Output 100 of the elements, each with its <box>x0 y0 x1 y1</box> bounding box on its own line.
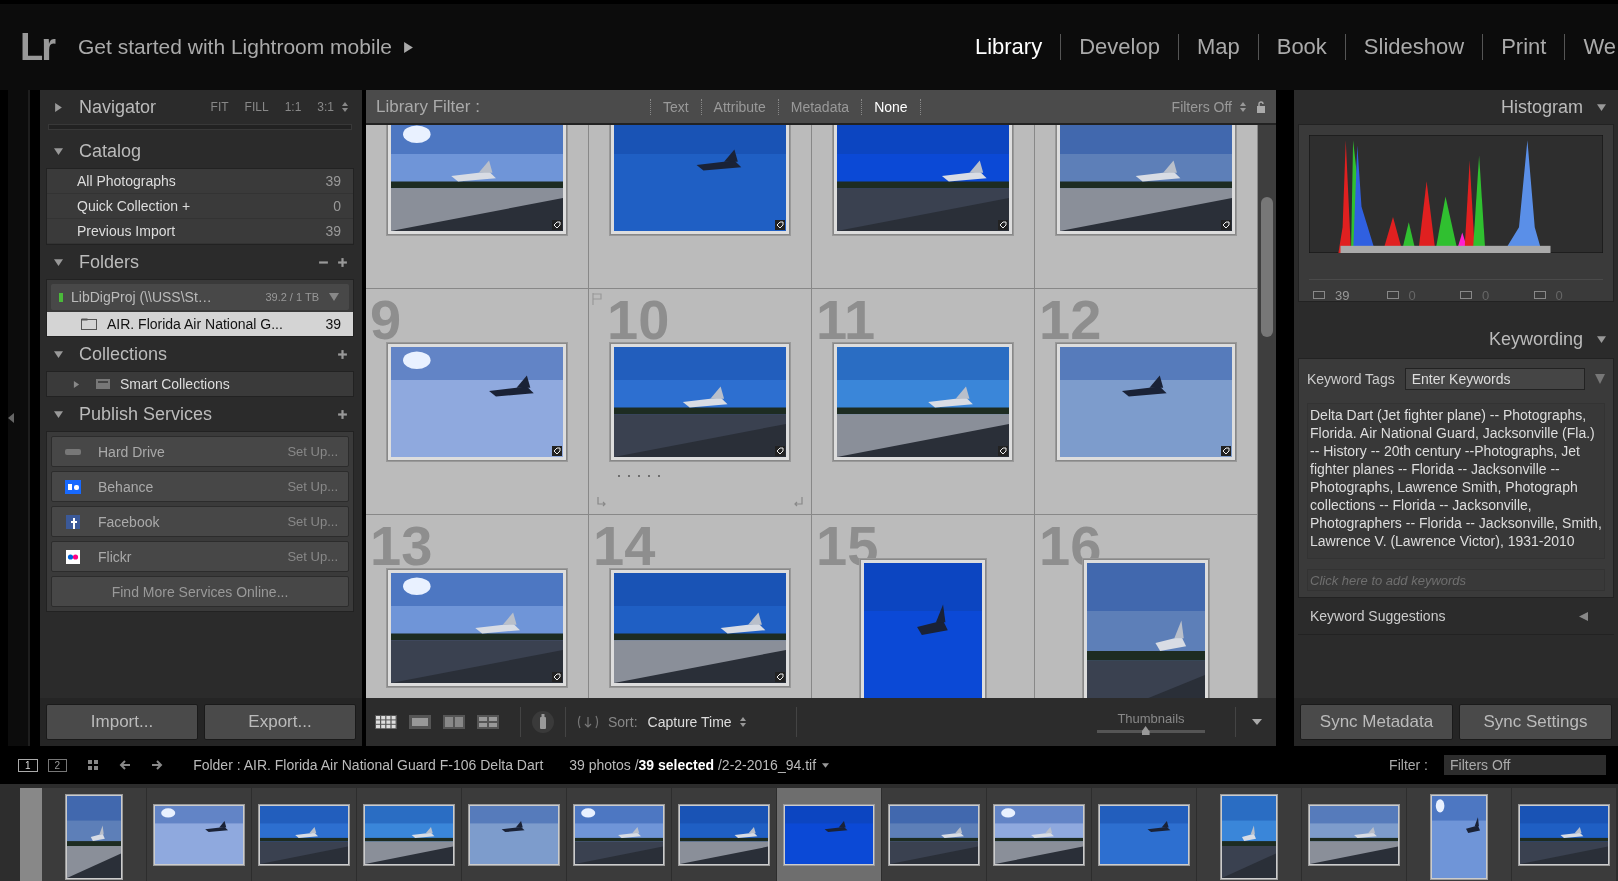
sort-label: Sort: <box>608 714 638 730</box>
module-tab[interactable]: Map <box>1177 34 1258 60</box>
collapse-icon[interactable] <box>1597 102 1606 112</box>
expand-icon[interactable] <box>54 102 63 112</box>
module-tab[interactable]: Library <box>956 34 1061 60</box>
filmstrip-thumbnail[interactable] <box>882 788 986 881</box>
zoom-option[interactable]: FILL <box>244 100 269 114</box>
keywords-field[interactable]: Delta Dart (Jet fighter plane) -- Photographs, Florida. Air National Guard, Jacksonville (Fla.) -- History -- 20th century --Photographs, Jet fighter planes -- Florida -- Jacksonville -- Photographs, Lawrence Smith, Photograph collections -- Florida -- Jacksonville, Photographers -- Florida -- Jacksonville, Smith, Lawrence V. (Lawrence Victor), 1931-2010 <box>1307 403 1605 559</box>
filmstrip-thumbnail[interactable] <box>777 788 881 881</box>
stepper-icon[interactable] <box>1240 101 1246 112</box>
filter-tab[interactable]: None <box>862 98 921 115</box>
panel-toggle-icon[interactable] <box>8 413 14 423</box>
slider-thumb[interactable] <box>1141 726 1150 735</box>
folder-item[interactable]: AIR. Florida Air National G... 39 <box>47 312 353 336</box>
collapse-icon[interactable] <box>1597 334 1606 344</box>
publish-service[interactable]: Flickr Set Up... <box>51 541 349 572</box>
grid-cell[interactable] <box>366 125 589 289</box>
grid-view-icon[interactable] <box>374 714 398 730</box>
mobile-prompt-link[interactable]: Get started with Lightroom mobile <box>78 35 392 59</box>
module-tab[interactable]: Print <box>1482 34 1565 60</box>
module-tab[interactable]: Develop <box>1060 34 1178 60</box>
collapse-icon[interactable] <box>54 409 63 419</box>
volume-header[interactable]: LibDigProj (\\USS\St… 39.2 / 1 TB <box>51 284 349 310</box>
catalog-item[interactable]: Previous Import 39 <box>47 219 353 244</box>
caret-icon[interactable] <box>822 762 830 768</box>
panel-button[interactable]: Export... <box>204 704 356 740</box>
grid-cell[interactable] <box>589 125 812 289</box>
filmstrip-thumbnail[interactable] <box>987 788 1091 881</box>
lock-icon[interactable] <box>1256 100 1266 113</box>
keyword-badge-icon <box>775 219 785 230</box>
grid-cell[interactable] <box>1035 125 1258 289</box>
catalog-item[interactable]: All Photographs 39 <box>47 169 353 194</box>
module-tab[interactable]: We <box>1564 34 1618 60</box>
keyword-badge-icon <box>552 445 562 456</box>
zoom-option[interactable]: FIT <box>210 100 229 114</box>
collapse-icon[interactable] <box>54 257 63 267</box>
filmstrip-thumbnail[interactable] <box>1407 788 1511 881</box>
collapse-icon[interactable] <box>54 146 63 156</box>
filter-tab[interactable]: Metadata <box>778 98 863 115</box>
stepper-icon[interactable] <box>739 717 746 727</box>
expand-icon[interactable] <box>73 380 80 388</box>
sync-button[interactable]: Sync Metadata <box>1300 704 1453 740</box>
add-icon[interactable] <box>337 256 348 268</box>
filmstrip-thumbnail[interactable] <box>1092 788 1196 881</box>
publish-service[interactable]: Behance Set Up... <box>51 471 349 502</box>
keyword-badge-icon <box>1221 219 1231 230</box>
collapse-icon[interactable] <box>54 349 63 359</box>
survey-view-icon[interactable] <box>476 714 500 730</box>
photo-info-icon <box>1533 291 1546 299</box>
selection-info[interactable]: 39 photos /39 selected /2-2-2016_94.tif <box>569 757 817 773</box>
filter-tab[interactable]: Attribute <box>701 98 779 115</box>
panel-button[interactable]: Import... <box>46 704 198 740</box>
filmstrip-scrollbar[interactable] <box>20 788 42 881</box>
stepper-icon[interactable] <box>342 102 348 112</box>
app-logo: Lr <box>20 25 54 69</box>
back-arrow-icon[interactable] <box>119 759 132 771</box>
zoom-option[interactable]: 3:1 <box>317 100 334 114</box>
sync-button[interactable]: Sync Settings <box>1459 704 1612 740</box>
expand-icon[interactable] <box>1579 611 1588 621</box>
publish-service[interactable]: Facebook Set Up... <box>51 506 349 537</box>
loupe-view-icon[interactable] <box>408 714 432 730</box>
grid-view-icon[interactable] <box>87 759 100 771</box>
grid-cell[interactable] <box>812 125 1035 289</box>
window-toggle[interactable]: 2 <box>47 758 68 772</box>
filter-dropdown[interactable]: Filters Off <box>1444 755 1606 775</box>
filmstrip-thumbnail[interactable] <box>252 788 356 881</box>
flickr-logo-icon <box>64 549 82 564</box>
filter-tab[interactable]: Text <box>650 98 702 115</box>
filter-preset-dropdown[interactable]: Filters Off <box>1171 98 1232 115</box>
toolbar-menu-icon[interactable] <box>1252 719 1262 725</box>
filmstrip-thumbnail[interactable] <box>42 788 146 881</box>
forward-arrow-icon[interactable] <box>151 759 164 771</box>
spray-can-icon[interactable] <box>531 710 555 734</box>
scrollbar-thumb[interactable] <box>1261 197 1273 337</box>
publish-service[interactable]: Hard Drive Set Up... <box>51 436 349 467</box>
filmstrip-thumbnail[interactable] <box>1197 788 1301 881</box>
panel-title: Collections <box>79 343 168 365</box>
add-icon[interactable] <box>337 408 348 420</box>
filter-icon[interactable] <box>1595 374 1605 384</box>
zoom-option[interactable]: 1:1 <box>284 100 302 114</box>
add-icon[interactable] <box>337 348 348 360</box>
filmstrip-thumbnail[interactable] <box>567 788 671 881</box>
filmstrip-thumbnail[interactable] <box>1512 788 1616 881</box>
keyword-tags-label: Keyword Tags <box>1307 371 1395 387</box>
module-tab[interactable]: Slideshow <box>1344 34 1483 60</box>
catalog-item[interactable]: Quick Collection + 0 <box>47 194 353 219</box>
filmstrip-thumbnail[interactable] <box>147 788 251 881</box>
filmstrip-thumbnail[interactable] <box>672 788 776 881</box>
compare-view-icon[interactable] <box>442 714 466 730</box>
keyword-mode-dropdown[interactable]: Enter Keywords <box>1404 368 1585 390</box>
filmstrip-thumbnail[interactable] <box>1302 788 1406 881</box>
module-tab[interactable]: Book <box>1257 34 1345 60</box>
collection-set[interactable]: Smart Collections <box>47 372 353 396</box>
sort-direction-icon[interactable] <box>576 714 600 730</box>
filmstrip-thumbnail[interactable] <box>462 788 566 881</box>
sort-dropdown[interactable]: Capture Time <box>647 714 732 730</box>
filmstrip-thumbnail[interactable] <box>357 788 461 881</box>
find-more-services-button[interactable]: Find More Services Online... <box>51 576 349 607</box>
library-filter-title: Library Filter : <box>376 96 480 117</box>
window-toggle[interactable]: 1 <box>18 758 38 772</box>
